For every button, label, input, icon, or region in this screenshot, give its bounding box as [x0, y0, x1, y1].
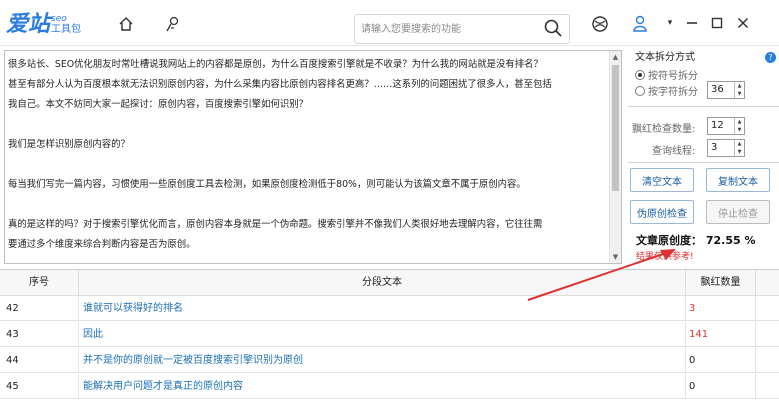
row-index-cell: 45	[0, 374, 79, 399]
threads-stepper[interactable]: 3 ▲ ▼	[707, 139, 745, 157]
browser-icon[interactable]	[590, 14, 610, 34]
table-row[interactable]: 45 能解决用户问题才是真正的原创内容 0	[0, 374, 779, 399]
row-red-count-cell: 141	[686, 322, 756, 347]
row-index-cell: 43	[0, 322, 79, 347]
row-text-cell: 能解决用户问题才是真正的原创内容	[79, 374, 686, 399]
logo-main-text: 爱站	[6, 11, 51, 37]
article-blank-line	[8, 115, 608, 135]
row-red-count-cell: 3	[686, 296, 756, 321]
originality-degree: 文章原创度： 72.55 %	[636, 234, 756, 247]
pseudo-original-check-button[interactable]: 伪原创检查	[630, 200, 694, 224]
red-check-count-stepper[interactable]: 12 ▲ ▼	[707, 117, 745, 135]
threads-label: 查询线程:	[652, 146, 696, 157]
divider	[628, 162, 779, 163]
editor-scrollbar[interactable]: ▲ ▼	[609, 51, 621, 263]
logo-tool-text: 工具包	[51, 24, 82, 35]
scroll-up-icon[interactable]: ▲	[610, 51, 621, 63]
threads-value: 3	[711, 142, 718, 153]
red-check-count-label: 飘红检查数量:	[632, 124, 696, 135]
article-line: 甚至有部分人认为百度根本就无法识别原创内容，为什么采集内容比原创内容排名更高？……	[8, 79, 552, 90]
char-count-stepper[interactable]: 36 ▲ ▼	[707, 81, 745, 99]
maximize-icon[interactable]	[708, 14, 726, 32]
logo-seo-text: seo	[51, 14, 67, 24]
home-icon[interactable]	[116, 14, 136, 34]
minimize-icon[interactable]	[683, 14, 701, 32]
row-red-count-cell: 0	[686, 374, 756, 399]
stepper-arrows-icon[interactable]: ▲ ▼	[734, 82, 744, 98]
app-logo[interactable]: 爱站 seo 工具包	[6, 6, 81, 38]
article-blank-line	[8, 155, 608, 175]
article-text: 很多站长、SEO优化朋友时常吐槽说我网站上的内容都是原创，为什么百度搜索引擎就是…	[8, 55, 608, 255]
split-method-title: 文本拆分方式	[635, 52, 695, 63]
chevron-down-icon[interactable]: ▾	[661, 14, 679, 32]
article-text-area[interactable]: 很多站长、SEO优化朋友时常吐槽说我网站上的内容都是原创，为什么百度搜索引擎就是…	[4, 50, 622, 264]
row-text-cell: 谁就可以获得好的排名	[79, 296, 686, 321]
clear-text-button[interactable]: 清空文本	[630, 168, 694, 192]
stepper-arrows-icon[interactable]: ▲ ▼	[734, 118, 744, 134]
search-box[interactable]	[354, 14, 570, 44]
stop-check-button[interactable]: 停止检查	[706, 200, 770, 224]
column-header-index[interactable]: 序号	[0, 270, 79, 296]
user-icon[interactable]	[630, 14, 650, 34]
divider	[628, 106, 779, 107]
article-line: 每当我们写完一篇内容，习惯使用一些原创度工具去检测，如果原创度检测低于80%，则…	[8, 179, 526, 190]
char-count-value: 36	[711, 84, 724, 95]
table-header: 序号 分段文本 飘红数量	[0, 270, 779, 296]
row-text-cell: 并不是你的原创就一定被百度搜索引擎识别为原创	[79, 348, 686, 373]
radio-selected-icon	[635, 69, 645, 80]
table-row[interactable]: 43 因此 141	[0, 322, 779, 347]
segments-table: 序号 分段文本 飘红数量 42 谁就可以获得好的排名 3 43 因此 141 44 并不是你的…	[0, 269, 779, 400]
search-icon[interactable]	[543, 18, 563, 38]
result-note: 结果仅供参考!	[636, 252, 694, 262]
options-panel: 文本拆分方式 ? 按符号拆分 按字符拆分 36 ▲ ▼ 飘红检查数量: 12 ▲ ▼…	[628, 48, 779, 262]
table-row[interactable]: 42 谁就可以获得好的排名 3	[0, 296, 779, 321]
row-index-cell: 42	[0, 296, 79, 321]
column-header-red-count[interactable]: 飘红数量	[686, 270, 756, 296]
feedback-icon[interactable]	[163, 14, 183, 34]
close-icon[interactable]	[734, 14, 752, 32]
radio-unselected-icon	[635, 85, 645, 96]
radio-char-label: 按字符拆分	[648, 87, 698, 98]
stepper-arrows-icon[interactable]: ▲ ▼	[734, 140, 744, 156]
copy-text-button[interactable]: 复制文本	[706, 168, 770, 192]
red-check-count-value: 12	[711, 120, 724, 131]
scroll-thumb[interactable]	[612, 65, 619, 191]
radio-split-by-char[interactable]: 按字符拆分	[635, 83, 698, 98]
help-icon[interactable]: ?	[765, 52, 776, 63]
article-line: 要通过多个维度来综合判断内容是否为原创。	[8, 239, 196, 250]
article-line: 我们是怎样识别原创内容的？	[8, 139, 130, 150]
article-line: 很多站长、SEO优化朋友时常吐槽说我网站上的内容都是原创，为什么百度搜索引擎就是…	[8, 59, 543, 70]
article-blank-line	[8, 195, 608, 215]
scroll-down-icon[interactable]: ▼	[610, 251, 621, 263]
article-line: 我自己。本文不妨同大家一起探讨：原创内容，百度搜索引擎如何识别？	[8, 99, 309, 110]
row-text-cell: 因此	[79, 322, 686, 347]
article-line: 真的是这样的吗？对于搜索引擎优化而言，原创内容本身就是一个伪命题。搜索引擎并不像…	[8, 219, 543, 230]
column-header-text[interactable]: 分段文本	[79, 270, 686, 296]
top-toolbar: 爱站 seo 工具包 ▾	[0, 0, 779, 46]
radio-symbol-label: 按符号拆分	[648, 71, 698, 82]
radio-split-by-symbol[interactable]: 按符号拆分	[635, 67, 698, 82]
row-index-cell: 44	[0, 348, 79, 373]
row-red-count-cell: 0	[686, 348, 756, 373]
search-input[interactable]	[361, 20, 531, 38]
table-row[interactable]: 44 并不是你的原创就一定被百度搜索引擎识别为原创 0	[0, 348, 779, 373]
